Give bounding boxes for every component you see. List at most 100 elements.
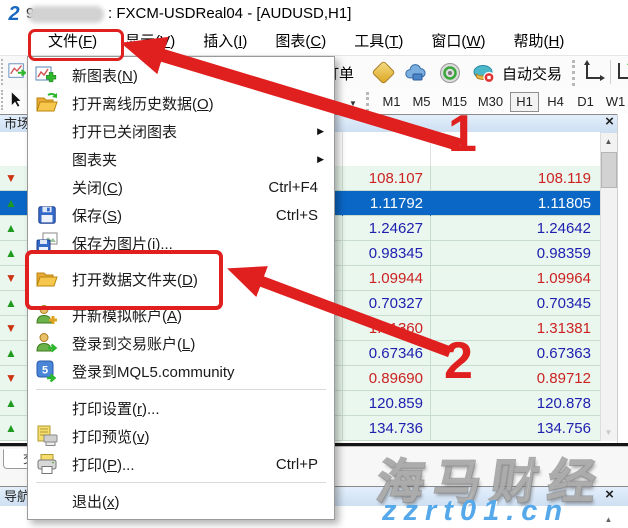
svg-text:5: 5 <box>42 365 48 377</box>
buy-price: 1.24642 <box>430 216 600 241</box>
mql5-icon: 5 <box>34 359 60 383</box>
scrollbar-thumb[interactable] <box>601 152 617 188</box>
scroll-down-icon[interactable]: ▼ <box>601 425 616 440</box>
menu-charts[interactable]: 图表(C) <box>261 28 340 56</box>
dropdown-arrow-icon[interactable]: ▼ <box>349 99 357 108</box>
buy-price: 134.756 <box>430 416 600 441</box>
shortcut-label: Ctrl+F4 <box>268 179 334 196</box>
trend-up-icon: ▲ <box>5 216 17 241</box>
sell-price: 108.107 <box>342 166 430 191</box>
close-icon[interactable]: × <box>602 115 617 130</box>
tf-m15-button[interactable]: M15 <box>438 92 471 112</box>
file-menu-dropdown: 新图表(N) 打开离线历史数据(O) 打开已关闭图表 ▶ 图表夹 ▶ 关闭(C)… <box>27 56 335 520</box>
toolbar-separator <box>610 60 611 84</box>
auto-trading-button[interactable]: 自动交易 <box>502 63 562 84</box>
tf-d1-button[interactable]: D1 <box>572 92 599 112</box>
buy-price: 1.31381 <box>430 316 600 341</box>
new-chart-icon <box>34 63 60 87</box>
menu-file[interactable]: 文件(F) <box>34 28 111 56</box>
trend-up-icon: ▲ <box>5 416 17 441</box>
market-signals-icon[interactable] <box>438 61 462 85</box>
sell-price: 134.736 <box>342 416 430 441</box>
menu-item-print-setup[interactable]: 打印设置(r)... <box>28 394 334 422</box>
menu-item-open-demo-account[interactable]: 开新模拟帐户(A) <box>28 301 334 329</box>
buy-price: 0.89712 <box>430 366 600 391</box>
menu-item-close[interactable]: 关闭(C) Ctrl+F4 <box>28 173 334 201</box>
submenu-arrow-icon: ▶ <box>317 126 334 137</box>
timeframe-grip[interactable] <box>366 92 372 112</box>
sell-price: 0.89690 <box>342 366 430 391</box>
auto-trading-icon[interactable] <box>472 61 496 85</box>
print-preview-icon <box>34 424 60 448</box>
close-icon[interactable]: × <box>602 488 617 503</box>
shortcut-label: Ctrl+P <box>276 456 334 473</box>
tf-w1-button[interactable]: W1 <box>602 92 628 112</box>
chart-tool-icon[interactable] <box>8 60 26 82</box>
buy-price: 0.70345 <box>430 291 600 316</box>
menu-item-login-mql5[interactable]: 5 登录到MQL5.community <box>28 357 334 385</box>
menu-view[interactable]: 显示(V) <box>111 28 189 56</box>
menu-item-print[interactable]: 打印(P)... Ctrl+P <box>28 450 334 478</box>
open-offline-icon <box>34 91 60 115</box>
trend-down-icon: ▼ <box>5 166 17 191</box>
buy-price: 1.11805 <box>430 191 600 216</box>
open-folder-icon <box>34 267 60 291</box>
autoscroll-icon[interactable] <box>582 59 606 83</box>
menu-help[interactable]: 帮助(H) <box>500 28 579 56</box>
menu-insert[interactable]: 插入(I) <box>189 28 261 56</box>
left-toolbar-row2 <box>0 89 27 113</box>
menu-item-open-offline[interactable]: 打开离线历史数据(O) <box>28 89 334 117</box>
tf-m5-button[interactable]: M5 <box>408 92 435 112</box>
login-account-icon <box>34 331 60 355</box>
mql5-community-cloud-icon[interactable] <box>404 61 428 85</box>
menu-tools[interactable]: 工具(T) <box>340 28 417 56</box>
buy-price: 108.119 <box>430 166 600 191</box>
mt4-logo-icon: 2 <box>4 4 24 24</box>
tf-m30-button[interactable]: M30 <box>474 92 507 112</box>
sell-price: 1.24627 <box>342 216 430 241</box>
trend-up-icon: ▲ <box>5 391 17 416</box>
sell-price: 0.70327 <box>342 291 430 316</box>
trend-up-icon: ▲ <box>5 291 17 316</box>
sell-price: 1.31360 <box>342 316 430 341</box>
menu-item-profiles[interactable]: 图表夹 ▶ <box>28 145 334 173</box>
cursor-arrow-icon[interactable] <box>7 90 23 111</box>
left-toolbar-fragment <box>0 56 27 90</box>
menu-item-login-trade-account[interactable]: 登录到交易账户(L) <box>28 329 334 357</box>
tf-h1-button[interactable]: H1 <box>510 92 539 112</box>
trend-up-icon: ▲ <box>5 341 17 366</box>
menu-item-save-as-picture[interactable]: 保存为图片(i)... <box>28 229 334 257</box>
buy-price: 0.98359 <box>430 241 600 266</box>
print-icon <box>34 452 60 476</box>
sell-price: 120.859 <box>342 391 430 416</box>
column-divider <box>342 132 343 166</box>
toolbar-grip[interactable] <box>572 60 578 86</box>
tf-h4-button[interactable]: H4 <box>542 92 569 112</box>
trend-down-icon: ▼ <box>5 316 17 341</box>
menu-item-new-chart[interactable]: 新图表(N) <box>28 61 334 89</box>
toolbar-grip[interactable] <box>1 59 6 85</box>
menu-item-print-preview[interactable]: 打印预览(v) <box>28 422 334 450</box>
menu-item-open-data-folder[interactable]: 打开数据文件夹(D) <box>28 265 334 293</box>
menu-item-save[interactable]: 保存(S) Ctrl+S <box>28 201 334 229</box>
trend-down-icon: ▼ <box>5 266 17 291</box>
chart-shift-icon[interactable] <box>615 59 628 83</box>
shortcut-label: Ctrl+S <box>276 207 334 224</box>
buy-price: 0.67363 <box>430 341 600 366</box>
sell-price: 1.11792 <box>342 191 430 216</box>
tf-m1-button[interactable]: M1 <box>378 92 405 112</box>
menu-item-open-closed-charts[interactable]: 打开已关闭图表 ▶ <box>28 117 334 145</box>
trend-down-icon: ▼ <box>5 366 17 391</box>
toolbar-grip[interactable] <box>1 90 6 110</box>
scroll-up-icon[interactable]: ▲ <box>601 512 616 527</box>
buy-price: 120.878 <box>430 391 600 416</box>
menu-item-exit[interactable]: 退出(x) <box>28 487 334 515</box>
scroll-up-icon[interactable]: ▲ <box>601 134 616 149</box>
trend-up-icon: ▲ <box>5 241 17 266</box>
window-title: : FXCM-USDReal04 - [AUDUSD,H1] <box>108 5 351 22</box>
menu-window[interactable]: 窗口(W) <box>417 28 499 56</box>
column-divider <box>430 132 431 166</box>
menu-bar: 文件(F) 显示(V) 插入(I) 图表(C) 工具(T) 窗口(W) 帮助(H… <box>0 28 628 56</box>
trend-up-icon: ▲ <box>5 191 17 216</box>
save-icon <box>34 203 60 227</box>
